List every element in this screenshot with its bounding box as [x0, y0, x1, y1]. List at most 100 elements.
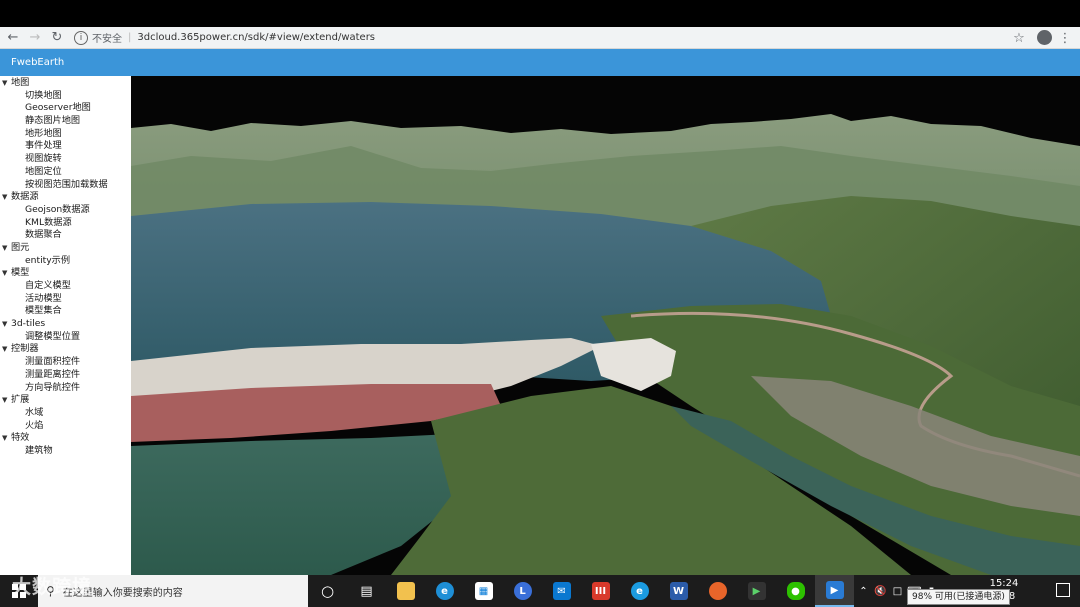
- caret-down-icon[interactable]: ▼: [2, 267, 11, 280]
- volume-muted-icon[interactable]: 🔇: [872, 586, 889, 597]
- tree-item[interactable]: 切换地图: [0, 90, 131, 103]
- media-icon: ▶: [747, 582, 766, 600]
- wechat-icon: ●: [786, 582, 805, 600]
- tree-group-label: 扩展: [11, 394, 30, 406]
- tree-group-header[interactable]: ▼ 图元: [0, 242, 131, 255]
- back-button[interactable]: ←: [2, 27, 24, 49]
- tree-item[interactable]: entity示例: [0, 255, 131, 268]
- info-icon[interactable]: i: [74, 30, 88, 45]
- chevron-up-icon[interactable]: ⌃: [855, 586, 872, 597]
- reload-icon: ↻: [51, 30, 63, 45]
- tree-item[interactable]: 地形地图: [0, 128, 131, 141]
- tree-item[interactable]: 数据聚合: [0, 229, 131, 242]
- separator: |: [128, 32, 132, 43]
- caret-down-icon[interactable]: ▼: [2, 191, 11, 204]
- store-icon: ▦: [474, 582, 493, 600]
- tree-group-header[interactable]: ▼ 3d-tiles: [0, 318, 131, 331]
- tree-item[interactable]: 自定义模型: [0, 280, 131, 293]
- tree-item[interactable]: 活动模型: [0, 293, 131, 306]
- taskbar-app-button[interactable]: ▦: [464, 575, 503, 607]
- arrow-left-icon: ←: [7, 30, 19, 45]
- tree-group: ▼ 3d-tiles 调整模型位置: [0, 318, 131, 343]
- tree-item[interactable]: 测量面积控件: [0, 356, 131, 369]
- app-l-icon: L: [513, 582, 532, 600]
- app-red-icon: III: [591, 582, 610, 600]
- map-3d-viewport[interactable]: [131, 76, 1080, 575]
- url-text: 3dcloud.365power.cn/sdk/#view/extend/wat…: [137, 32, 376, 43]
- taskbar-app-button[interactable]: e: [425, 575, 464, 607]
- tree-item[interactable]: 火焰: [0, 420, 131, 433]
- caret-down-icon[interactable]: ▼: [2, 394, 11, 407]
- word-icon: W: [669, 582, 688, 600]
- file-explorer-icon: [396, 582, 415, 600]
- tree-item[interactable]: 调整模型位置: [0, 331, 131, 344]
- taskbar-app-button[interactable]: ▶: [815, 575, 854, 607]
- taskbar-app-button[interactable]: W: [659, 575, 698, 607]
- tree-item[interactable]: 模型集合: [0, 305, 131, 318]
- tree-item[interactable]: Geojson数据源: [0, 204, 131, 217]
- tree-group-label: 图元: [11, 241, 30, 253]
- menu-button[interactable]: ⋮: [1054, 27, 1076, 49]
- window-top-strip: [0, 0, 1080, 27]
- taskbar-app-button[interactable]: III: [581, 575, 620, 607]
- tree-group-header[interactable]: ▼ 地图: [0, 77, 131, 90]
- tree-item[interactable]: 方向导航控件: [0, 382, 131, 395]
- tree-group-label: 3d-tiles: [11, 318, 46, 330]
- bookmark-star-button[interactable]: ☆: [1008, 27, 1030, 49]
- tree-item[interactable]: Geoserver地图: [0, 102, 131, 115]
- caret-down-icon[interactable]: ▼: [2, 343, 11, 356]
- tree-item[interactable]: 按视图范围加载数据: [0, 179, 131, 192]
- tree-item[interactable]: 地图定位: [0, 166, 131, 179]
- account-icon[interactable]: [1037, 30, 1052, 45]
- more-vertical-icon: ⋮: [1058, 30, 1072, 46]
- taskbar-app-button[interactable]: [698, 575, 737, 607]
- address-bar[interactable]: i 不安全 | 3dcloud.365power.cn/sdk/#view/ex…: [74, 28, 1044, 47]
- caret-down-icon[interactable]: ▼: [2, 432, 11, 445]
- security-label: 不安全: [92, 34, 122, 45]
- tree-group: ▼ 地图 切换地图 Geoserver地图 静态图片地图 地形地图 事件处理 视图旋转 地图定位…: [0, 77, 131, 191]
- arrow-right-icon: →: [29, 30, 41, 45]
- screen: ← → ↻ i 不安全 | 3dcloud.365power.cn/sdk/#v…: [0, 0, 1080, 607]
- tree-item[interactable]: 测量距离控件: [0, 369, 131, 382]
- taskbar-app-button[interactable]: ●: [776, 575, 815, 607]
- reload-button[interactable]: ↻: [46, 27, 68, 49]
- tree-group-header[interactable]: ▼ 控制器: [0, 343, 131, 356]
- forward-button[interactable]: →: [24, 27, 46, 49]
- tree-group: ▼ 特效 建筑物: [0, 432, 131, 457]
- tree-item[interactable]: 建筑物: [0, 445, 131, 458]
- tree-item[interactable]: 事件处理: [0, 140, 131, 153]
- tree-group-label: 特效: [11, 432, 30, 444]
- notification-center-icon[interactable]: [1056, 583, 1070, 597]
- tree-group: ▼ 控制器 测量面积控件 测量距离控件 方向导航控件: [0, 343, 131, 394]
- tree-group: ▼ 模型 自定义模型 活动模型 模型集合: [0, 267, 131, 318]
- tree-group-header[interactable]: ▼ 模型: [0, 267, 131, 280]
- tree-group-label: 数据源: [11, 191, 39, 203]
- taskbar-app-button[interactable]: [386, 575, 425, 607]
- taskbar-app-button[interactable]: ▤: [347, 575, 386, 607]
- taskbar-app-button[interactable]: ▶: [737, 575, 776, 607]
- taskbar-app-button[interactable]: ○: [308, 575, 347, 607]
- tree-item[interactable]: 水域: [0, 407, 131, 420]
- taskbar-app-button[interactable]: e: [620, 575, 659, 607]
- caret-down-icon[interactable]: ▼: [2, 242, 11, 255]
- tree-item[interactable]: 视图旋转: [0, 153, 131, 166]
- active-app-icon: ▶: [825, 581, 844, 599]
- tree-group-label: 控制器: [11, 343, 39, 355]
- taskbar-app-button[interactable]: ✉: [542, 575, 581, 607]
- tree-group-header[interactable]: ▼ 数据源: [0, 191, 131, 204]
- tree-group-header[interactable]: ▼ 特效: [0, 432, 131, 445]
- caret-down-icon[interactable]: ▼: [2, 318, 11, 331]
- taskbar-app-button[interactable]: L: [503, 575, 542, 607]
- battery-tooltip: 98% 可用(已接通电源): [907, 589, 1010, 605]
- tree-group-header[interactable]: ▼ 扩展: [0, 394, 131, 407]
- tree-item[interactable]: KML数据源: [0, 217, 131, 230]
- firefox-icon: [708, 582, 727, 600]
- network-icon[interactable]: □: [889, 586, 906, 597]
- mail-icon: ✉: [552, 582, 571, 600]
- caret-down-icon[interactable]: ▼: [2, 77, 11, 90]
- task-view-icon: ▤: [360, 583, 373, 599]
- ie-icon: e: [630, 582, 649, 600]
- watermark-logo: 大数跨境: [12, 576, 93, 598]
- tree-item[interactable]: 静态图片地图: [0, 115, 131, 128]
- taskbar-apps: ○ ▤ e ▦ L ✉ III e W ▶ ● ▶: [308, 575, 854, 607]
